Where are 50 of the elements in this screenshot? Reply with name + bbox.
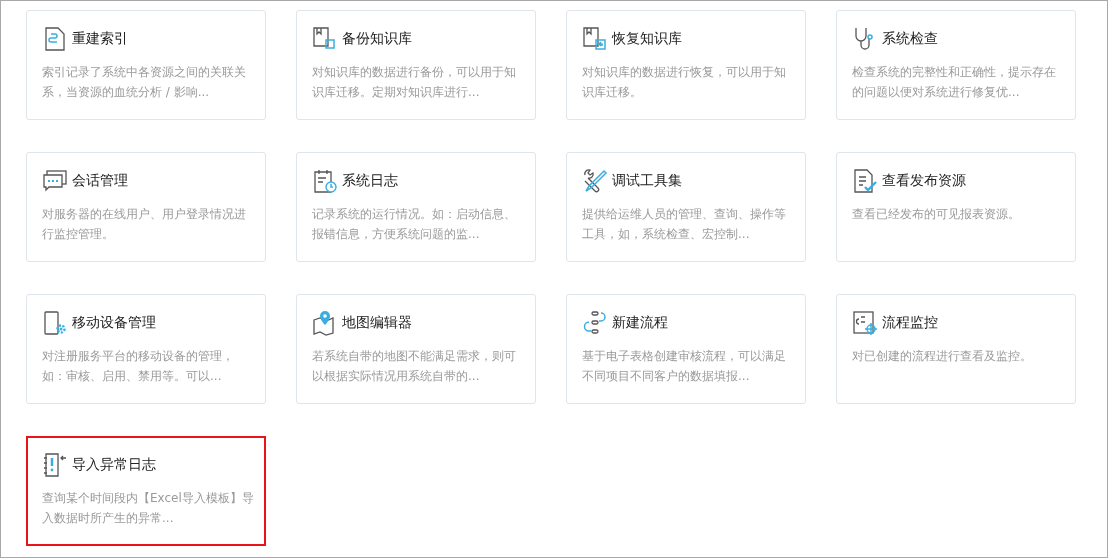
card-title: 恢复知识库: [612, 30, 682, 48]
tools-icon: [582, 168, 608, 194]
tool-card[interactable]: 调试工具集 提供给运维人员的管理、查询、操作等工具，如，系统检查、宏控制...: [566, 152, 806, 262]
checklist-icon: [852, 168, 878, 194]
card-description: 对知识库的数据进行备份，可以用于知识库迁移。定期对知识库进行...: [312, 64, 517, 101]
calendar-clock-icon: [312, 168, 338, 194]
card-title: 系统日志: [342, 172, 398, 190]
card-description: 对已创建的流程进行查看及监控。: [852, 348, 1033, 365]
chat-icon: [42, 168, 68, 194]
card-title: 会话管理: [72, 172, 128, 190]
tool-card[interactable]: 会话管理 对服务器的在线用户、用户登录情况进行监控管理。: [26, 152, 266, 262]
card-description: 基于电子表格创建审核流程，可以满足不同项目不同客户的数据填报...: [582, 348, 787, 385]
tool-card[interactable]: 导入异常日志 查询某个时间段内【Excel导入模板】导入数据时所产生的异常...: [26, 436, 266, 546]
card-title: 系统检查: [882, 30, 938, 48]
card-description: 记录系统的运行情况。如：启动信息、报错信息，方便系统问题的监...: [312, 206, 517, 243]
card-title: 流程监控: [882, 314, 938, 332]
card-description: 检查系统的完整性和正确性，提示存在的问题以便对系统进行修复优...: [852, 64, 1057, 101]
notebook-alert-icon: [42, 452, 68, 478]
card-description: 查询某个时间段内【Excel导入模板】导入数据时所产生的异常...: [42, 490, 254, 527]
card-title: 备份知识库: [342, 30, 412, 48]
card-description: 提供给运维人员的管理、查询、操作等工具，如，系统检查、宏控制...: [582, 206, 787, 243]
book-icon: [582, 26, 608, 52]
card-title: 新建流程: [612, 314, 668, 332]
card-description: 对服务器的在线用户、用户登录情况进行监控管理。: [42, 206, 247, 243]
tool-card[interactable]: 备份知识库 对知识库的数据进行备份，可以用于知识库迁移。定期对知识库进行...: [296, 10, 536, 120]
card-title: 地图编辑器: [342, 314, 412, 332]
book-icon: [312, 26, 338, 52]
tool-card[interactable]: 地图编辑器 若系统自带的地图不能满足需求，则可以根据实际情况用系统自带的...: [296, 294, 536, 404]
tool-card[interactable]: 新建流程 基于电子表格创建审核流程，可以满足不同项目不同客户的数据填报...: [566, 294, 806, 404]
card-title: 重建索引: [72, 30, 128, 48]
flow-target-icon: [852, 310, 878, 336]
card-description: 对注册服务平台的移动设备的管理，如：审核、启用、禁用等。可以...: [42, 348, 235, 385]
card-title: 查看发布资源: [882, 172, 966, 190]
card-title: 移动设备管理: [72, 314, 156, 332]
tool-card[interactable]: 系统日志 记录系统的运行情况。如：启动信息、报错信息，方便系统问题的监...: [296, 152, 536, 262]
tool-card[interactable]: 系统检查 检查系统的完整性和正确性，提示存在的问题以便对系统进行修复优...: [836, 10, 1076, 120]
flow-icon: [582, 310, 608, 336]
phone-gear-icon: [42, 310, 68, 336]
document-icon: [42, 26, 68, 52]
tool-card[interactable]: 查看发布资源 查看已经发布的可见报表资源。: [836, 152, 1076, 262]
card-description: 对知识库的数据进行恢复，可以用于知识库迁移。: [582, 64, 787, 101]
card-description: 查看已经发布的可见报表资源。: [852, 206, 1021, 223]
card-description: 索引记录了系统中各资源之间的关联关系，当资源的血统分析 / 影响...: [42, 64, 247, 101]
card-title: 调试工具集: [612, 172, 682, 190]
tool-card[interactable]: 恢复知识库 对知识库的数据进行恢复，可以用于知识库迁移。: [566, 10, 806, 120]
tool-card[interactable]: 移动设备管理 对注册服务平台的移动设备的管理，如：审核、启用、禁用等。可以...: [26, 294, 266, 404]
tool-card[interactable]: 重建索引 索引记录了系统中各资源之间的关联关系，当资源的血统分析 / 影响...: [26, 10, 266, 120]
card-description: 若系统自带的地图不能满足需求，则可以根据实际情况用系统自带的...: [312, 348, 517, 385]
tool-card[interactable]: 流程监控 对已创建的流程进行查看及监控。: [836, 294, 1076, 404]
card-title: 导入异常日志: [72, 456, 156, 474]
